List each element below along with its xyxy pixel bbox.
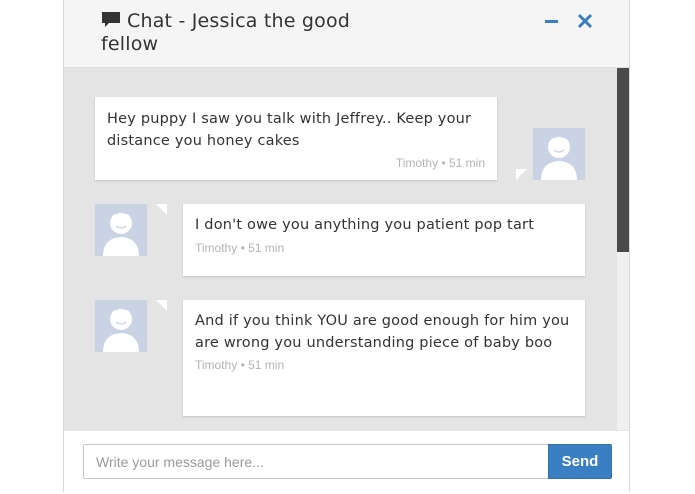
close-icon <box>577 13 593 33</box>
message-bubble: Hey puppy I saw you talk with Jeffrey.. … <box>95 97 497 180</box>
chat-window: Chat - Jessica the good fellow Hey puppy… <box>63 0 630 492</box>
bubble-pointer <box>516 169 527 180</box>
avatar <box>95 300 147 352</box>
message-text: Hey puppy I saw you talk with Jeffrey.. … <box>107 111 472 149</box>
message-input[interactable] <box>83 444 549 479</box>
bubble-pointer <box>156 204 167 215</box>
send-button[interactable]: Send <box>548 444 612 479</box>
chat-bubble-icon <box>101 11 121 34</box>
chat-footer: Send <box>64 430 629 492</box>
chat-header: Chat - Jessica the good fellow <box>64 0 629 68</box>
chat-title-text: Chat - Jessica the good fellow <box>101 10 351 55</box>
bubble-pointer <box>156 300 167 311</box>
minimize-button[interactable] <box>543 14 561 32</box>
avatar <box>533 128 585 180</box>
message-list[interactable]: Hey puppy I saw you talk with Jeffrey.. … <box>64 68 629 430</box>
message-meta: Timothy • 51 min <box>395 156 485 170</box>
chat-title: Chat - Jessica the good fellow <box>101 11 401 55</box>
message-meta: Timothy • 51 min <box>195 358 285 372</box>
message-text: I don't owe you anything you patient pop… <box>195 217 535 233</box>
message-meta: Timothy • 51 min <box>195 240 285 255</box>
minimize-icon <box>545 12 559 34</box>
scrollbar-thumb[interactable] <box>617 68 629 252</box>
message-text: And if you think YOU are good enough for… <box>195 313 570 351</box>
close-button[interactable] <box>576 13 594 33</box>
user-avatar-icon <box>95 204 147 256</box>
user-avatar-icon <box>533 128 585 180</box>
message-bubble: And if you think YOU are good enough for… <box>183 300 585 416</box>
message-bubble: I don't owe you anything you patient pop… <box>183 204 585 276</box>
user-avatar-icon <box>95 300 147 352</box>
avatar <box>95 204 147 256</box>
